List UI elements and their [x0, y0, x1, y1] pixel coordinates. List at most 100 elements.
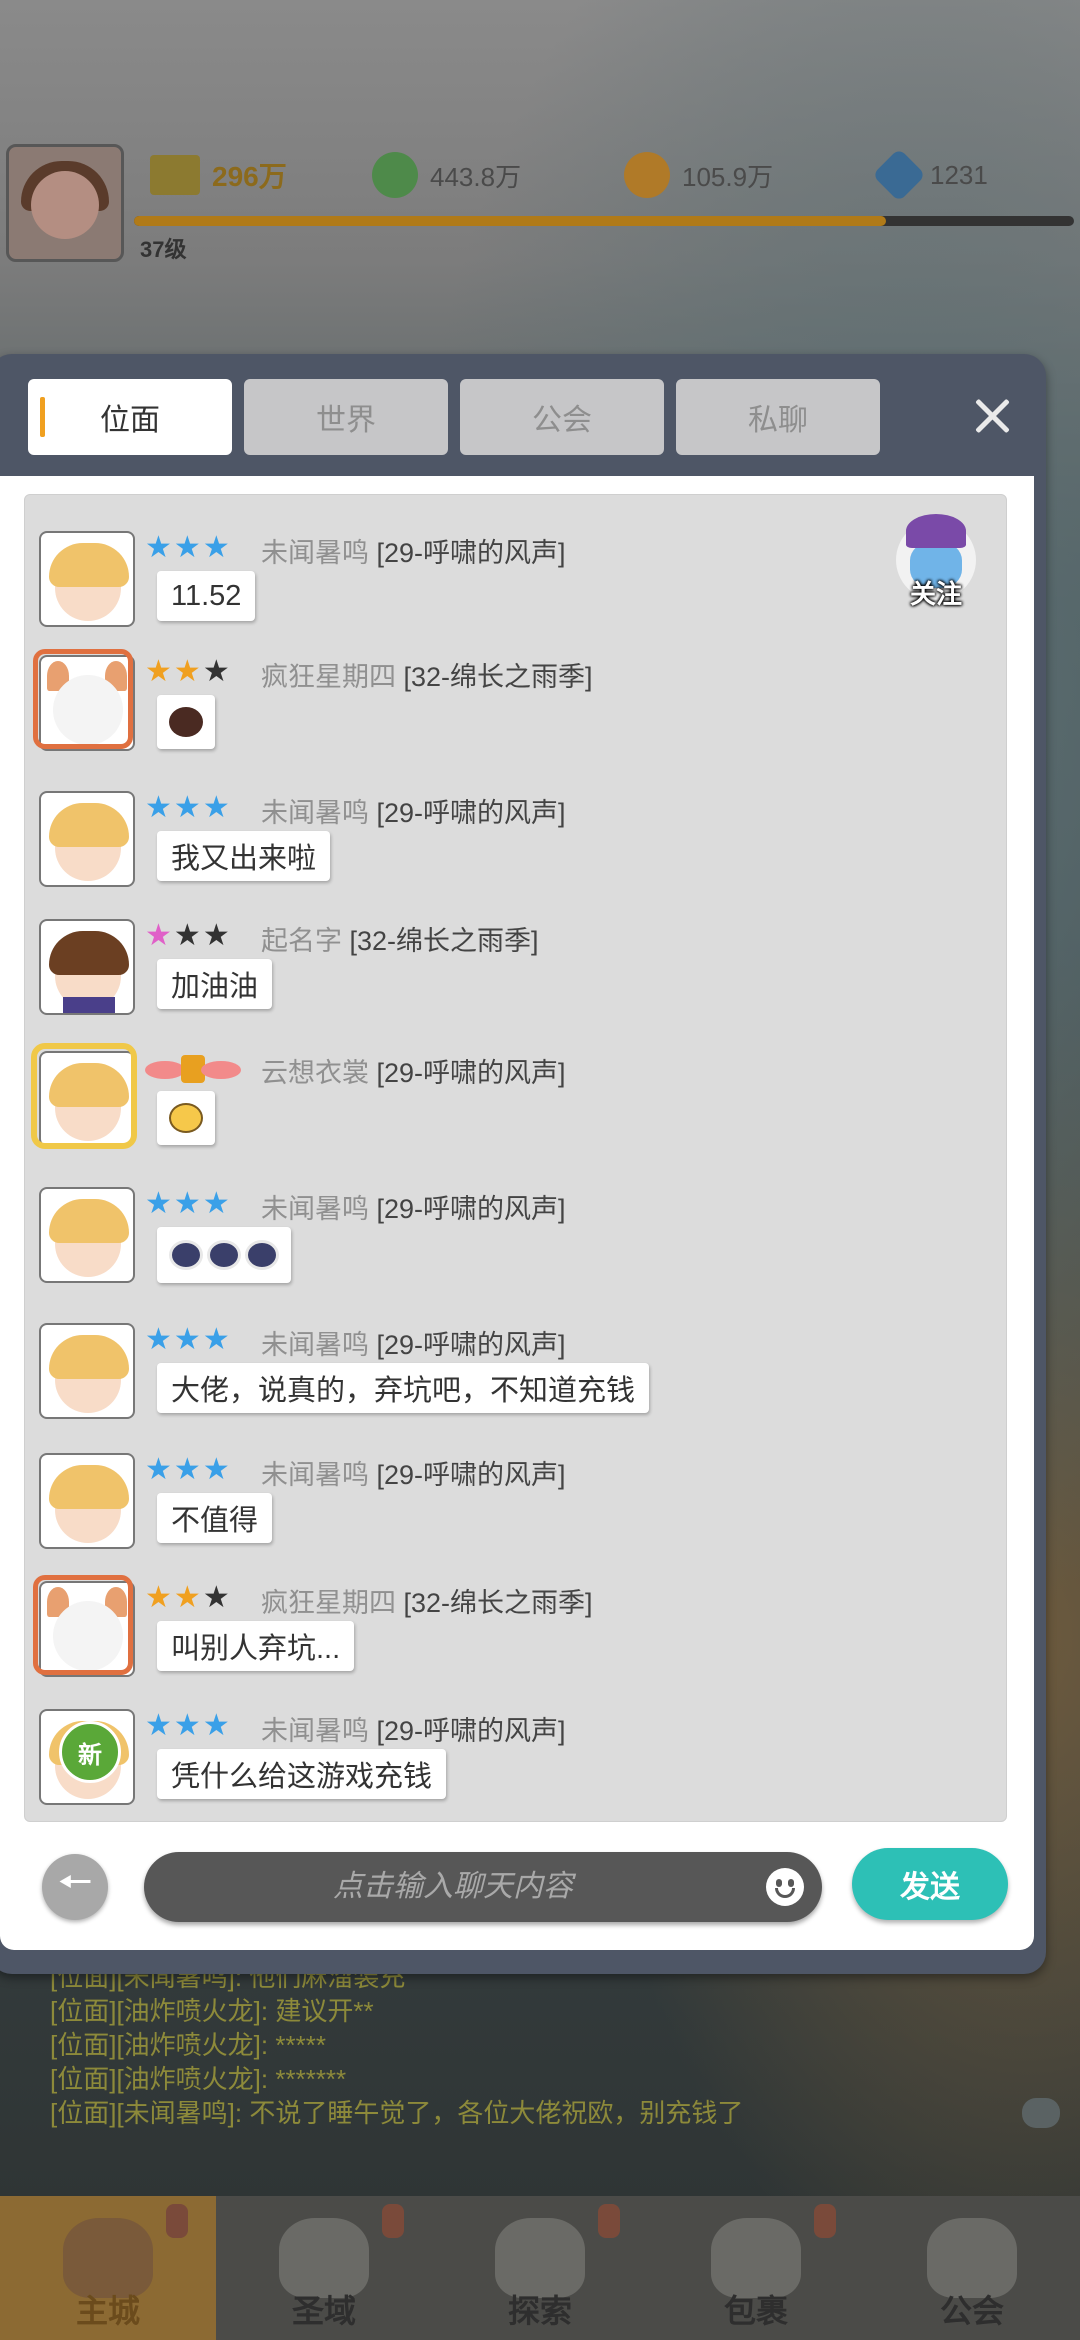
message-bubble [157, 1227, 291, 1283]
nav-sanctuary[interactable]: 圣域 [216, 2196, 432, 2340]
message-bubble: 凭什么给这游戏充钱 [157, 1749, 447, 1799]
message-bubble: 加油油 [157, 959, 273, 1009]
sender-name[interactable]: 云想衣裳 [261, 1058, 369, 1088]
tab-private[interactable]: 私聊 [676, 379, 880, 455]
log-line: [位面][油炸喷火龙]: 建议开** [50, 1996, 374, 2026]
avatar-body [63, 997, 115, 1013]
sender-name[interactable]: 未闻暑鸣 [261, 1716, 369, 1746]
emoji-smile-icon[interactable] [766, 1868, 804, 1906]
sender-line: 未闻暑鸣 [29-呼啸的风声] [261, 1187, 566, 1226]
gem-display[interactable]: 1231 [872, 148, 988, 202]
power-display: 296万 [150, 150, 287, 200]
star-icon: ★ [145, 1580, 172, 1615]
tab-plane[interactable]: 位面 [28, 379, 232, 455]
star-icon: ★ [173, 1322, 201, 1357]
message-bubble: 我又出来啦 [157, 831, 331, 881]
diamond-icon [872, 148, 926, 202]
new-badge: 新 [59, 1721, 121, 1783]
rank-stars: ★ ★ ★ [145, 657, 230, 687]
tab-world[interactable]: 世界 [244, 379, 448, 455]
sender-line: 起名字 [32-绵长之雨季] [261, 919, 539, 958]
rank-stars: ★ ★ ★ [145, 921, 230, 951]
notification-badge [598, 2204, 620, 2238]
notification-badge [166, 2204, 188, 2238]
star-icon: ★ [145, 1322, 172, 1357]
star-icon: ★ [145, 654, 172, 689]
nav-explore[interactable]: 探索 [432, 2196, 648, 2340]
avatar-hair [49, 1465, 129, 1509]
background-chat-log: [位面][未闻暑鸣]: 他们麻溜装充 [位面][油炸喷火龙]: 建议开** [位… [50, 1960, 1010, 2130]
message-bubble [157, 1091, 215, 1145]
avatar-hair [49, 803, 129, 847]
sender-guild: [32-绵长之雨季] [403, 662, 593, 692]
coin-value: 105.9万 [682, 161, 774, 192]
avatar[interactable] [39, 919, 135, 1015]
gold-value: 443.8万 [430, 161, 522, 192]
level-progress-fill [134, 216, 886, 226]
sender-line: 未闻暑鸣 [29-呼啸的风声] [261, 1709, 566, 1748]
avatar[interactable] [39, 1323, 135, 1419]
message-bubble: 叫别人弃坑... [157, 1621, 355, 1671]
sender-name[interactable]: 未闻暑鸣 [261, 798, 369, 828]
sender-name[interactable]: 未闻暑鸣 [261, 1194, 369, 1224]
back-arrow-icon[interactable]: 🠔 [42, 1854, 108, 1920]
follow-button[interactable]: 关注 [886, 574, 986, 611]
wings-badge-icon [145, 1055, 241, 1085]
nav-main-city[interactable]: 主城 [0, 2196, 216, 2340]
chat-bubble-icon[interactable] [1022, 2098, 1060, 2128]
dark-blob-emoji-icon [169, 707, 203, 737]
avatar[interactable] [39, 531, 135, 627]
sender-guild: [29-呼啸的风声] [376, 1716, 566, 1746]
message-list[interactable]: ★ ★ ★ 未闻暑鸣 [29-呼啸的风声] 11.52 ★ ★ ★ 疯狂星期四 [32-… [24, 494, 1007, 1822]
sender-name[interactable]: 未闻暑鸣 [261, 1460, 369, 1490]
send-button[interactable]: 发送 [852, 1848, 1008, 1920]
avatar-face [31, 171, 99, 239]
star-icon: ★ [202, 1452, 230, 1487]
sender-guild: [29-呼啸的风声] [376, 1058, 566, 1088]
sender-guild: [29-呼啸的风声] [376, 1330, 566, 1360]
star-icon: ★ [145, 1186, 172, 1221]
avatar[interactable] [39, 1187, 135, 1283]
sender-guild: [32-绵长之雨季] [403, 1588, 593, 1618]
gem-value: 1231 [930, 159, 988, 190]
smile-mouth [775, 1888, 795, 1898]
avatar-hair [49, 543, 129, 587]
close-icon[interactable] [970, 394, 1014, 438]
avatar[interactable] [39, 1453, 135, 1549]
sender-name[interactable]: 疯狂星期四 [261, 662, 396, 692]
sender-name[interactable]: 起名字 [261, 926, 342, 956]
police-emoji-icon [169, 1240, 203, 1270]
message-bubble: 大佬，说真的，弃坑吧，不知道充钱 [157, 1363, 650, 1413]
coin-icon [624, 152, 670, 198]
rank-stars: ★ ★ ★ [145, 1583, 230, 1613]
avatar-hair [49, 931, 129, 975]
log-line: [位面][油炸喷火龙]: ***** [50, 2030, 326, 2060]
gold-display[interactable]: 443.8万 [372, 150, 521, 200]
sender-name[interactable]: 未闻暑鸣 [261, 1330, 369, 1360]
sender-line: 云想衣裳 [29-呼啸的风声] [261, 1051, 566, 1090]
star-icon: ★ [145, 790, 172, 825]
nav-label: 圣域 [291, 2293, 356, 2329]
sender-line: 未闻暑鸣 [29-呼啸的风声] [261, 791, 566, 830]
tab-guild[interactable]: 公会 [460, 379, 664, 455]
star-icon: ★ [173, 790, 201, 825]
sender-name[interactable]: 疯狂星期四 [261, 1588, 396, 1618]
star-icon: ★ [145, 918, 172, 953]
sender-name[interactable]: 未闻暑鸣 [261, 538, 369, 568]
avatar-hair [49, 1199, 129, 1243]
nav-bag[interactable]: 包裹 [648, 2196, 864, 2340]
avatar[interactable] [39, 791, 135, 887]
coin-display[interactable]: 105.9万 [624, 150, 773, 200]
police-emoji-icon [207, 1240, 241, 1270]
power-value: 296万 [212, 161, 287, 192]
player-avatar[interactable] [6, 144, 124, 262]
star-icon: ★ [173, 1452, 201, 1487]
rank-stars: ★ ★ ★ [145, 1189, 230, 1219]
chat-input-box[interactable] [144, 1852, 822, 1922]
sender-guild: [29-呼啸的风声] [376, 1460, 566, 1490]
chat-input[interactable] [144, 1852, 724, 1922]
bottom-nav: 主城 圣域 探索 包裹 公会 [0, 2196, 1080, 2340]
nav-guild[interactable]: 公会 [864, 2196, 1080, 2340]
rank-stars: ★ ★ ★ [145, 1325, 230, 1355]
avatar[interactable]: 新 [39, 1709, 135, 1805]
